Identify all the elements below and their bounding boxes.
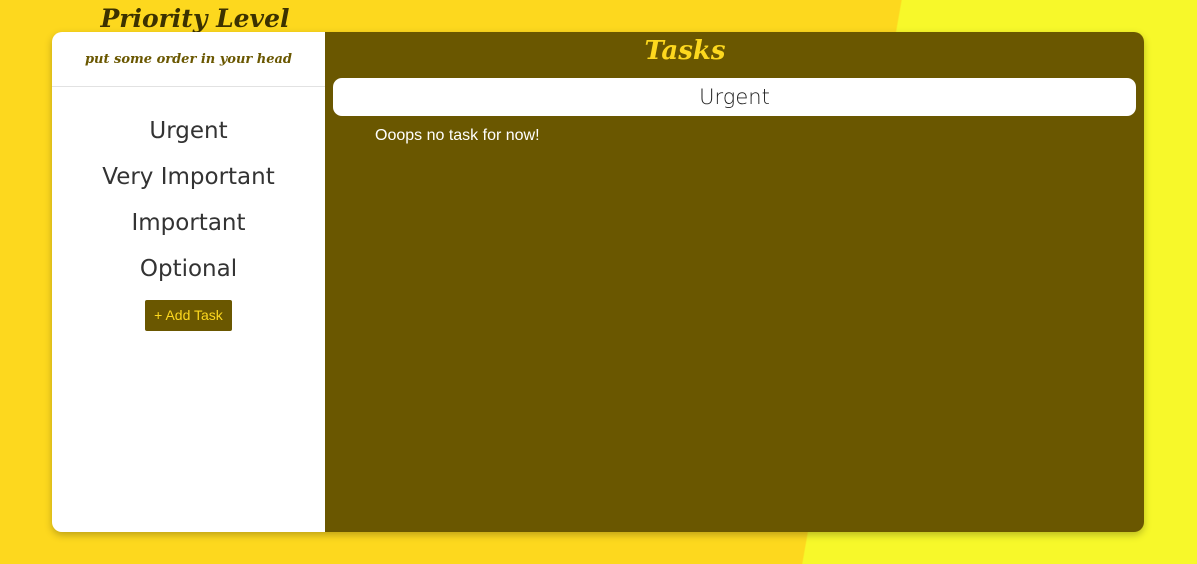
sidebar-item-very-important[interactable]: Very Important bbox=[52, 154, 325, 200]
sidebar-item-urgent[interactable]: Urgent bbox=[52, 108, 325, 154]
priority-menu: Urgent Very Important Important Optional bbox=[52, 108, 325, 292]
tasks-title: Tasks bbox=[644, 36, 726, 66]
sidebar: put some order in your head Urgent Very … bbox=[52, 32, 325, 532]
sidebar-item-important[interactable]: Important bbox=[52, 200, 325, 246]
tagline: put some order in your head bbox=[52, 32, 325, 87]
empty-task-message: Ooops no task for now! bbox=[375, 127, 540, 144]
selected-category-header: Urgent bbox=[333, 78, 1136, 116]
app-title: Priority Level bbox=[100, 4, 290, 33]
tasks-panel: Tasks Urgent Ooops no task for now! bbox=[325, 32, 1144, 532]
add-task-button[interactable]: + Add Task bbox=[145, 300, 232, 331]
sidebar-item-optional[interactable]: Optional bbox=[52, 246, 325, 292]
app-window: put some order in your head Urgent Very … bbox=[52, 32, 1144, 532]
